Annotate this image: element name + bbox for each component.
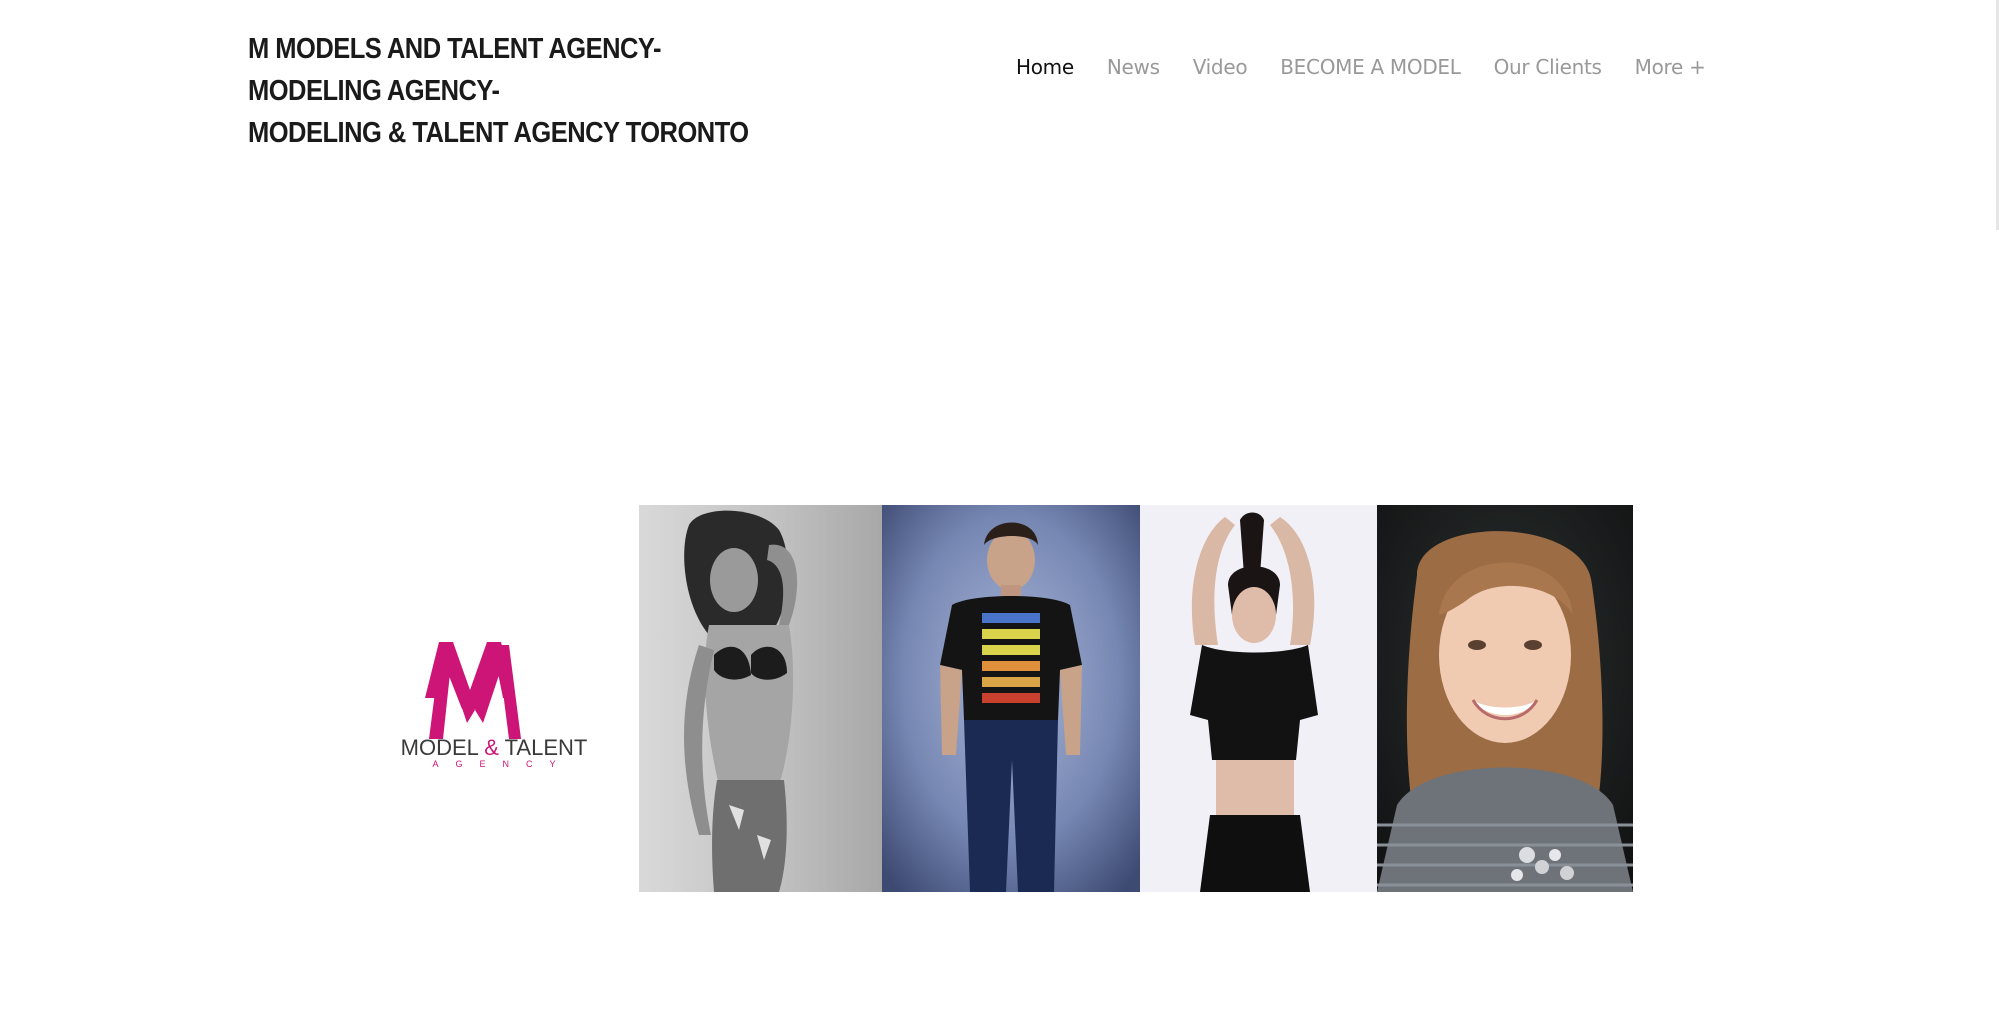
- logo-word-talent: TALENT: [504, 735, 588, 760]
- site-title-line2: MODELING & TALENT AGENCY TORONTO: [248, 117, 749, 149]
- model-photo-3: [1140, 505, 1377, 892]
- model-photo-woman-lingerie-icon: [639, 505, 882, 892]
- nav-item-news[interactable]: News: [1107, 55, 1160, 79]
- main-nav: Home News Video BECOME A MODEL Our Clien…: [1016, 55, 1706, 79]
- nav-item-more[interactable]: More +: [1635, 55, 1706, 79]
- logo-subtitle: AGENCY: [432, 759, 573, 769]
- model-photo-4: [1377, 505, 1633, 892]
- model-photo-2: [882, 505, 1140, 892]
- model-photo-woman-black-top-icon: [1140, 505, 1377, 892]
- logo-wordmark: MODEL & TALENT: [379, 737, 609, 759]
- agency-logo: MODEL & TALENT AGENCY: [349, 505, 639, 892]
- model-photo-man-tshirt-icon: [882, 505, 1140, 892]
- site-title[interactable]: M MODELS AND TALENT AGENCY-MODELING AGEN…: [248, 28, 794, 154]
- nav-item-home[interactable]: Home: [1016, 55, 1074, 79]
- logo-word-model: MODEL: [400, 735, 479, 760]
- nav-item-video[interactable]: Video: [1193, 55, 1248, 79]
- model-photo-girl-portrait-icon: [1377, 505, 1633, 892]
- m-logo-icon: [425, 642, 521, 739]
- site-title-line1: M MODELS AND TALENT AGENCY-MODELING AGEN…: [248, 33, 661, 107]
- logo-ampersand: &: [484, 735, 499, 760]
- nav-item-our-clients[interactable]: Our Clients: [1494, 55, 1602, 79]
- nav-item-become-a-model[interactable]: BECOME A MODEL: [1280, 55, 1461, 79]
- hero-banner: MODEL & TALENT AGENCY: [349, 505, 1633, 892]
- model-photo-1: [639, 505, 882, 892]
